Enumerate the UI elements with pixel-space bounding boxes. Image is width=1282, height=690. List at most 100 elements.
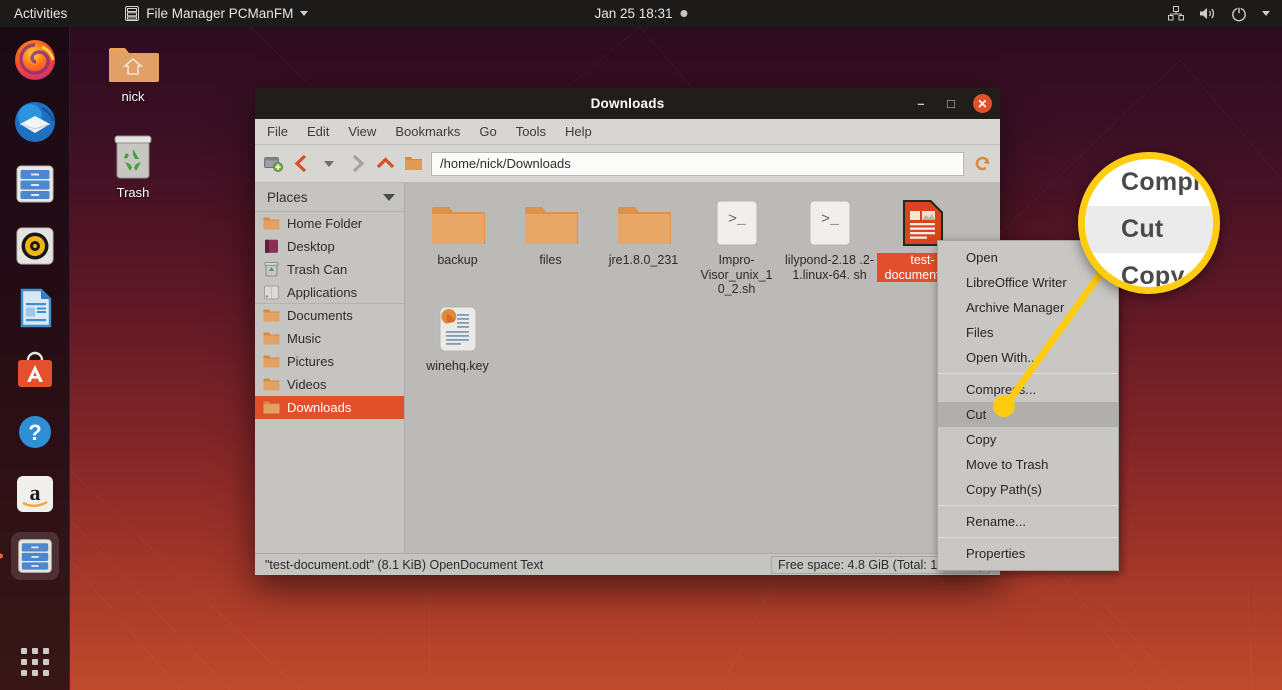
chevron-down-icon (300, 11, 309, 16)
sidebar-item-applications[interactable]: Applications (255, 281, 404, 304)
reload-icon[interactable] (972, 154, 992, 174)
sidebar-item-label: Trash Can (287, 262, 348, 277)
up-icon[interactable] (375, 154, 395, 174)
shell-script-icon: >_ (783, 197, 876, 249)
file-item-winehq-key[interactable]: winehq.key (411, 297, 504, 403)
context-menu-item-compress[interactable]: Compress... (938, 377, 1118, 402)
help-question-icon: ? (18, 416, 51, 448)
places-sidebar: Places Home Folder Desktop Trash Can App… (255, 183, 405, 553)
path-entry[interactable]: /home/nick/Downloads (431, 151, 964, 176)
system-tray (1168, 6, 1270, 22)
dock-item-amazon[interactable]: a (11, 470, 59, 518)
context-menu-item-archive-manager[interactable]: Archive Manager (938, 295, 1118, 320)
notification-dot-icon (680, 10, 688, 17)
menu-bookmarks[interactable]: Bookmarks (395, 124, 460, 139)
desktop-icon-label: Trash (116, 185, 150, 200)
window-controls: – □ ✕ (913, 88, 992, 119)
dock-item-rhythmbox[interactable] (11, 222, 59, 270)
desktop-icon-trash[interactable]: Trash (84, 128, 182, 200)
svg-text:>_: >_ (728, 211, 747, 228)
sidebar-item-videos[interactable]: Videos (255, 373, 404, 396)
context-menu-separator (938, 537, 1118, 538)
file-manager-icon (125, 6, 140, 21)
context-menu-item-copy-paths[interactable]: Copy Path(s) (938, 477, 1118, 502)
dock-item-firefox[interactable] (11, 36, 59, 84)
ubuntu-software-bag-icon (17, 351, 52, 387)
context-menu-item-open-with[interactable]: Open With... (938, 345, 1118, 370)
history-dropdown-icon[interactable] (319, 154, 339, 174)
app-menu-button[interactable]: File Manager PCManFM (125, 6, 309, 21)
context-menu-item-rename[interactable]: Rename... (938, 509, 1118, 534)
sidebar-item-pictures[interactable]: Pictures (255, 350, 404, 373)
minimize-button[interactable]: – (913, 96, 929, 111)
menu-tools[interactable]: Tools (516, 124, 546, 139)
dock-item-thunderbird[interactable] (11, 98, 59, 146)
volume-icon[interactable] (1199, 6, 1216, 21)
clock[interactable]: Jan 25 18:31 (594, 6, 688, 21)
menu-file[interactable]: File (267, 124, 288, 139)
activities-button[interactable]: Activities (14, 6, 67, 21)
dock-item-pcmanfm[interactable] (10, 532, 59, 580)
context-menu-item-files[interactable]: Files (938, 320, 1118, 345)
close-button[interactable]: ✕ (973, 94, 992, 113)
context-menu-item-move-to-trash[interactable]: Move to Trash (938, 452, 1118, 477)
files-cabinet-icon (16, 165, 53, 203)
rhythmbox-speaker-icon (16, 227, 53, 265)
file-list-pane[interactable]: backup files jre1.8.0_231 >_ Impro-Visor… (405, 183, 1000, 553)
sidebar-item-downloads[interactable]: Downloads (255, 396, 404, 419)
menu-help[interactable]: Help (565, 124, 592, 139)
magnified-item-cut: Cut (1085, 206, 1213, 253)
dock-item-ubuntu-software[interactable] (11, 346, 59, 394)
file-item-label: Impro-Visor_unix_1 0_2.sh (700, 253, 773, 296)
network-icon[interactable] (1168, 6, 1184, 21)
file-item-label: jre1.8.0_231 (608, 253, 679, 267)
file-item-files[interactable]: files (504, 191, 597, 297)
folder-icon (263, 332, 280, 345)
svg-text:?: ? (28, 420, 41, 445)
sidebar-item-music[interactable]: Music (255, 327, 404, 350)
file-item-jre[interactable]: jre1.8.0_231 (597, 191, 690, 297)
dock-item-help[interactable]: ? (11, 408, 59, 456)
context-menu-item-cut[interactable]: Cut (938, 402, 1118, 427)
svg-text:a: a (29, 480, 40, 505)
dock-item-libreoffice-writer[interactable] (11, 284, 59, 332)
desktop-icon-nick[interactable]: nick (84, 32, 182, 104)
svg-text:>_: >_ (821, 211, 840, 228)
maximize-button[interactable]: □ (943, 96, 959, 111)
sidebar-item-documents[interactable]: Documents (255, 304, 404, 327)
sidebar-item-label: Applications (287, 284, 358, 300)
places-header[interactable]: Places (255, 183, 404, 212)
file-item-improvisor-sh[interactable]: >_ Impro-Visor_unix_1 0_2.sh (690, 191, 783, 297)
sidebar-item-trash-can[interactable]: Trash Can (255, 258, 404, 281)
libreoffice-writer-icon (20, 288, 51, 328)
show-applications-grid-icon[interactable] (20, 648, 49, 676)
dock-item-files-nautilus[interactable] (11, 160, 59, 208)
back-icon[interactable] (291, 154, 311, 174)
amazon-a-icon: a (16, 476, 53, 512)
app-menu-label: File Manager PCManFM (146, 6, 294, 21)
desktop-icon (265, 239, 278, 253)
menu-go[interactable]: Go (479, 124, 496, 139)
file-manager-window: Downloads – □ ✕ File Edit View Bookmarks… (255, 88, 1000, 575)
magnified-item-compress: Compr (1121, 168, 1204, 196)
home-folder-icon[interactable] (403, 154, 423, 174)
window-body: Places Home Folder Desktop Trash Can App… (255, 183, 1000, 553)
sidebar-item-home-folder[interactable]: Home Folder (255, 212, 404, 235)
sidebar-item-desktop[interactable]: Desktop (255, 235, 404, 258)
power-icon[interactable] (1231, 6, 1247, 22)
context-menu-separator (938, 505, 1118, 506)
folder-icon (263, 401, 280, 414)
context-menu-item-copy[interactable]: Copy (938, 427, 1118, 452)
context-menu-item-properties[interactable]: Properties (938, 541, 1118, 566)
file-item-backup[interactable]: backup (411, 191, 504, 297)
key-document-icon (411, 303, 504, 355)
new-tab-icon[interactable] (263, 154, 283, 174)
window-titlebar[interactable]: Downloads – □ ✕ (255, 88, 1000, 119)
context-menu-separator (938, 373, 1118, 374)
forward-icon[interactable] (347, 154, 367, 174)
chevron-down-icon[interactable] (383, 193, 395, 201)
menu-view[interactable]: View (348, 124, 376, 139)
file-item-lilypond-sh[interactable]: >_ lilypond-2.18 .2-1.linux-64. sh (783, 191, 876, 297)
system-menu-chevron-down-icon[interactable] (1262, 11, 1270, 16)
menu-edit[interactable]: Edit (307, 124, 329, 139)
